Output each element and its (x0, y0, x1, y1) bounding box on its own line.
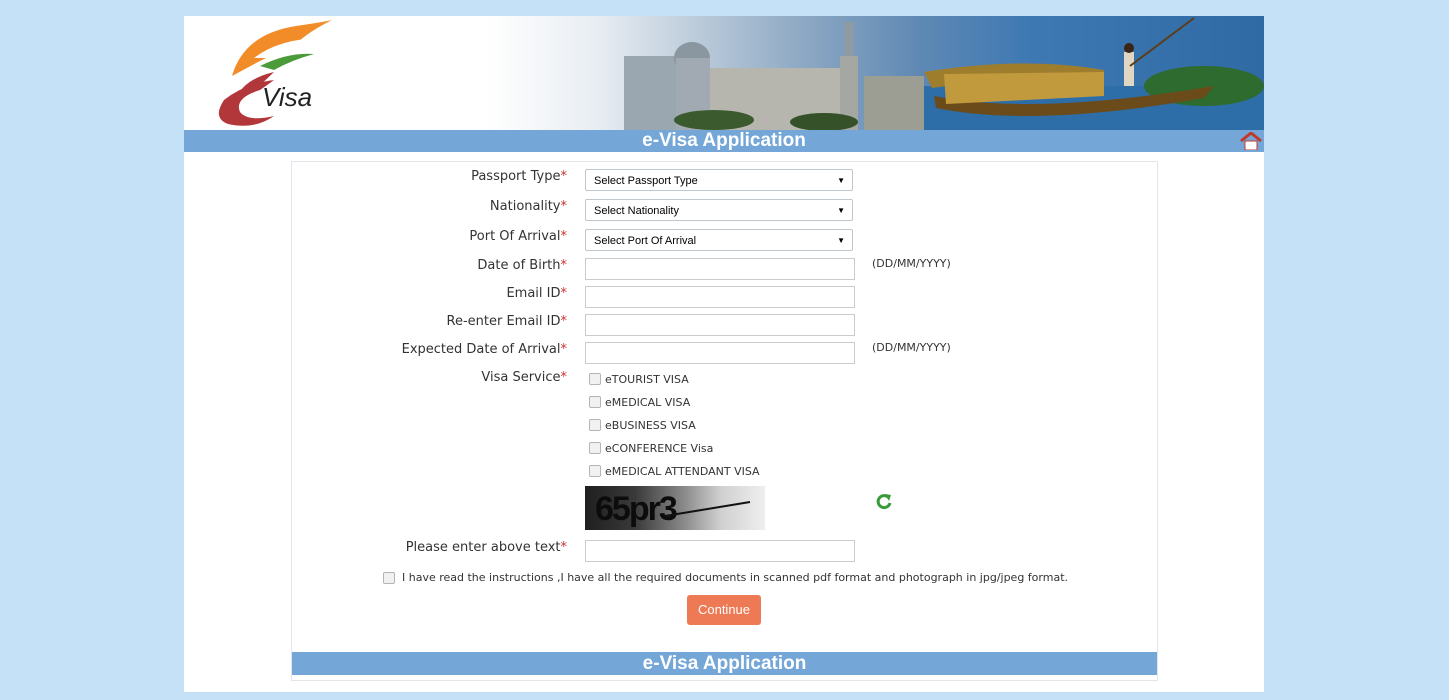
date-of-birth-row: Date of Birth* (DD/MM/YYYY) (292, 256, 1157, 280)
checkbox-label-ebusiness: eBUSINESS VISA (605, 419, 696, 432)
checkbox-econference[interactable] (589, 442, 601, 454)
checkbox-etourist[interactable] (589, 373, 601, 385)
checkbox-ebusiness[interactable] (589, 419, 601, 431)
logo-text: Visa (262, 82, 312, 112)
home-icon[interactable] (1240, 132, 1262, 150)
application-form: Passport Type* Select Passport Type ▼ Nat… (291, 161, 1158, 681)
checkbox-label-emedical: eMEDICAL VISA (605, 396, 691, 409)
port-of-arrival-select[interactable]: Select Port Of Arrival ▼ (585, 229, 853, 251)
agreement-text: I have read the instructions ,I have all… (402, 571, 1069, 584)
checkbox-emedical[interactable] (589, 396, 601, 408)
footer-title-bar: e-Visa Application (292, 652, 1157, 675)
banner-scenery (624, 17, 1264, 130)
checkbox-label-etourist: eTOURIST VISA (605, 373, 689, 386)
passport-type-select[interactable]: Select Passport Type ▼ (585, 169, 853, 191)
date-format-hint: (DD/MM/YYYY) (872, 341, 951, 354)
date-of-birth-label: Date of Birth* (477, 258, 567, 273)
expected-arrival-label: Expected Date of Arrival* (401, 342, 567, 357)
refresh-icon[interactable] (875, 492, 893, 510)
captcha-strike-line (664, 501, 751, 517)
reenter-email-label: Re-enter Email ID* (446, 314, 568, 329)
evisa-logo: Visa (218, 20, 332, 126)
visa-service-row: Visa Service* (292, 368, 1157, 392)
port-of-arrival-row: Port Of Arrival* Select Port Of Arrival ▼ (292, 227, 1157, 251)
date-of-birth-input[interactable] (585, 258, 855, 280)
checkbox-label-emedical-attendant: eMEDICAL ATTENDANT VISA (605, 465, 760, 478)
chevron-down-icon: ▼ (837, 236, 845, 245)
passport-type-label: Passport Type* (471, 169, 567, 184)
expected-arrival-row: Expected Date of Arrival* (DD/MM/YYYY) (292, 340, 1157, 364)
nationality-select[interactable]: Select Nationality ▼ (585, 199, 853, 221)
page-container: Visa e-Visa Application Passport Type* S… (184, 16, 1264, 692)
email-input[interactable] (585, 286, 855, 308)
email-row: Email ID* (292, 284, 1157, 308)
reenter-email-row: Re-enter Email ID* (292, 312, 1157, 336)
email-label: Email ID* (506, 286, 567, 301)
port-of-arrival-label: Port Of Arrival* (469, 229, 567, 244)
captcha-input-label: Please enter above text* (405, 540, 567, 555)
title-bar: e-Visa Application (184, 130, 1264, 152)
checkbox-emedical-attendant[interactable] (589, 465, 601, 477)
date-format-hint: (DD/MM/YYYY) (872, 257, 951, 270)
captcha-image: 65pr3 (585, 486, 765, 530)
captcha-input-row: Please enter above text* (292, 538, 1157, 562)
agreement-checkbox[interactable] (383, 572, 395, 584)
expected-arrival-input[interactable] (585, 342, 855, 364)
chevron-down-icon: ▼ (837, 176, 845, 185)
checkbox-label-econference: eCONFERENCE Visa (605, 442, 714, 455)
captcha-input[interactable] (585, 540, 855, 562)
chevron-down-icon: ▼ (837, 206, 845, 215)
nationality-row: Nationality* Select Nationality ▼ (292, 197, 1157, 221)
header-banner: Visa (184, 16, 1264, 130)
reenter-email-input[interactable] (585, 314, 855, 336)
nationality-label: Nationality* (489, 199, 567, 214)
passport-type-row: Passport Type* Select Passport Type ▼ (292, 167, 1157, 191)
page-title: e-Visa Application (642, 130, 806, 151)
continue-button[interactable]: Continue (687, 595, 761, 625)
visa-service-label: Visa Service* (481, 370, 567, 385)
